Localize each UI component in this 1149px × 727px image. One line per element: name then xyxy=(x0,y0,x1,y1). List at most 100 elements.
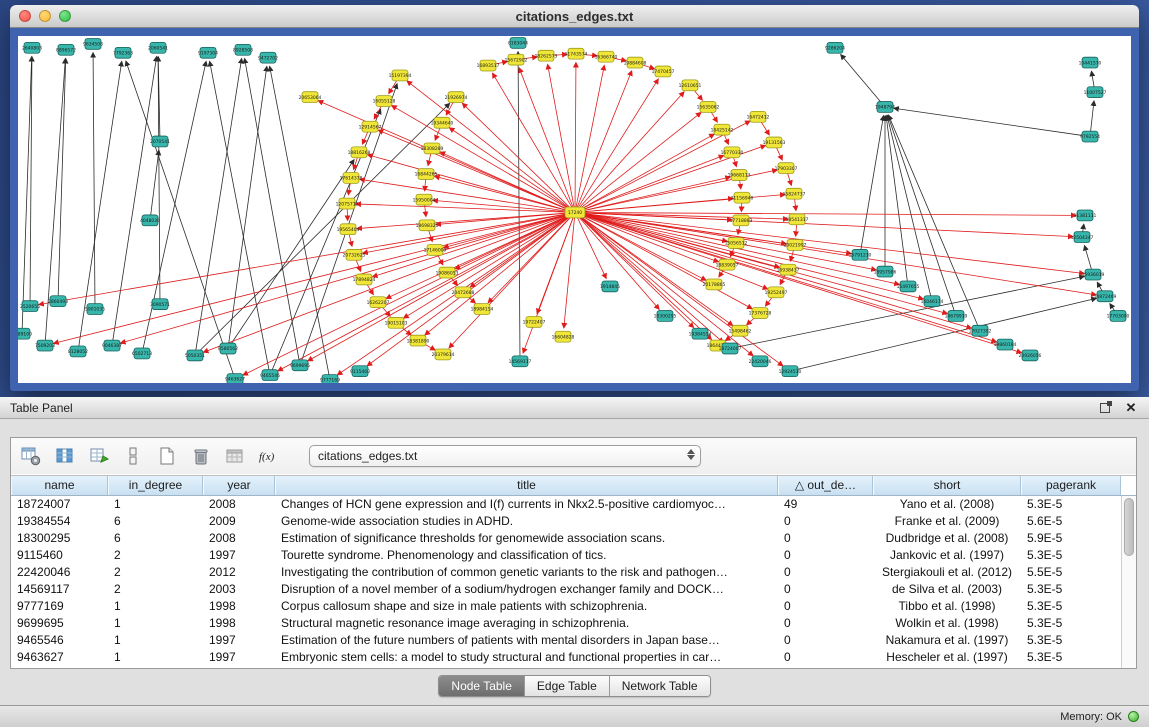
graph-node[interactable]: 10441570 xyxy=(1079,57,1102,68)
table-row[interactable]: 1830029562008Estimation of significance … xyxy=(11,530,1121,547)
graph-node[interactable]: 12914567 xyxy=(359,121,382,132)
graph-node[interactable]: 17718883 xyxy=(730,215,753,226)
graph-node[interactable]: 5901035 xyxy=(85,304,105,315)
graph-node[interactable]: 14872469 xyxy=(1094,291,1117,302)
graph-node[interactable]: 7509203 xyxy=(35,340,55,351)
graph-node[interactable]: 19086053 xyxy=(436,267,459,278)
create-column-icon[interactable] xyxy=(87,444,111,468)
table-row[interactable]: 911546021997Tourette syndrome. Phenomeno… xyxy=(11,547,1121,564)
function-builder-icon[interactable]: f(x) xyxy=(257,444,281,468)
graph-node[interactable]: 18839057 xyxy=(716,259,739,270)
graph-node[interactable]: 16770330 xyxy=(721,147,744,158)
import-table-icon[interactable] xyxy=(223,444,247,468)
graph-node[interactable]: 11007527 xyxy=(1084,87,1107,98)
graph-node[interactable]: 19015103 xyxy=(385,317,408,328)
tab-node-table[interactable]: Node Table xyxy=(439,676,525,696)
graph-node[interactable]: 19384554 xyxy=(689,328,712,339)
graph-node[interactable]: 9792554 xyxy=(1080,131,1100,142)
column-header[interactable]: name xyxy=(11,476,108,495)
graph-node[interactable]: 9463627 xyxy=(225,374,245,383)
graph-node[interactable]: 12504347 xyxy=(1071,232,1094,243)
graph-node[interactable]: 18724007 xyxy=(719,343,742,354)
graph-node[interactable]: 18541317 xyxy=(786,214,809,225)
graph-node[interactable]: 17470457 xyxy=(652,66,675,77)
minimize-window-button[interactable] xyxy=(39,10,51,22)
graph-node[interactable]: 9634508 xyxy=(83,38,103,49)
graph-node[interactable]: 2060541 xyxy=(148,42,168,53)
graph-node[interactable]: 16472412 xyxy=(747,111,770,122)
graph-node[interactable]: 2520655 xyxy=(20,301,40,312)
graph-node[interactable]: 18425142 xyxy=(711,124,734,135)
graph-node[interactable]: 9286204 xyxy=(825,42,845,53)
table-row[interactable]: 946554611997Estimation of the future num… xyxy=(11,632,1121,649)
column-header[interactable]: △ out_de… xyxy=(778,476,873,495)
close-panel-icon[interactable]: ✕ xyxy=(1123,400,1139,416)
graph-node[interactable]: 17146009 xyxy=(424,244,447,255)
graph-node[interactable]: 2860493 xyxy=(48,296,68,307)
graph-node[interactable]: 12610651 xyxy=(679,80,702,91)
graph-node[interactable]: 9465546 xyxy=(260,370,280,381)
column-header[interactable]: pagerank xyxy=(1021,476,1121,495)
graph-node[interactable]: 16046174 xyxy=(921,296,944,307)
graph-node[interactable]: 20178865 xyxy=(703,279,726,290)
column-header[interactable]: year xyxy=(203,476,275,495)
scrollbar-thumb[interactable] xyxy=(1124,498,1134,556)
graph-node[interactable]: 17376728 xyxy=(749,308,772,319)
table-mode-icon[interactable] xyxy=(19,444,43,468)
graph-node[interactable]: 20379614 xyxy=(432,349,455,360)
graph-node[interactable]: 15497655 xyxy=(897,281,920,292)
graph-node[interactable]: 17240 xyxy=(565,207,585,218)
select-columns-icon[interactable] xyxy=(53,444,77,468)
graph-node[interactable]: 15056512 xyxy=(725,238,748,249)
table-vertical-scrollbar[interactable] xyxy=(1121,496,1136,668)
graph-node[interactable]: 18308289 xyxy=(421,143,444,154)
graph-node[interactable]: 20732625 xyxy=(343,249,366,260)
graph-node[interactable]: 17703090 xyxy=(1107,311,1130,322)
network-canvas[interactable]: 1724015197394160551281291456718816268176… xyxy=(18,36,1131,383)
graph-node[interactable]: 12924510 xyxy=(779,366,802,377)
graph-node[interactable]: 1689100 xyxy=(18,328,32,339)
graph-node[interactable]: 18381890 xyxy=(407,335,430,346)
graph-node[interactable]: 17903307 xyxy=(775,163,798,174)
graph-node[interactable]: 15824737 xyxy=(783,188,806,199)
graph-node[interactable]: 15936019 xyxy=(1082,269,1105,280)
tab-edge-table[interactable]: Edge Table xyxy=(525,676,610,696)
graph-node[interactable]: 20926056 xyxy=(1019,350,1042,361)
table-row[interactable]: 2242004622012Investigating the contribut… xyxy=(11,564,1121,581)
graph-node[interactable]: 9699695 xyxy=(290,360,310,371)
network-nodes[interactable]: 1724015197394160551281291456718816268176… xyxy=(18,37,1130,383)
graph-node[interactable]: 21926974 xyxy=(445,92,468,103)
table-row[interactable]: 969969511998Structural magnetic resonanc… xyxy=(11,615,1121,632)
graph-node[interactable]: 15197394 xyxy=(389,70,412,81)
graph-node[interactable]: 8183044 xyxy=(508,37,528,48)
float-panel-icon[interactable] xyxy=(1097,400,1113,416)
delete-table-icon[interactable] xyxy=(189,444,213,468)
graph-node[interactable]: 16844265 xyxy=(415,169,438,180)
tab-network-table[interactable]: Network Table xyxy=(610,676,710,696)
table-row[interactable]: 946362711997Embryonic stem cells: a mode… xyxy=(11,649,1121,666)
graph-node[interactable]: 18957986 xyxy=(874,266,897,277)
graph-node[interactable]: 15672902 xyxy=(505,54,528,65)
graph-node[interactable]: 8128052 xyxy=(68,346,88,357)
row-height-icon[interactable] xyxy=(121,444,145,468)
graph-node[interactable]: 19344640 xyxy=(431,117,454,128)
graph-node[interactable]: 14569117 xyxy=(509,356,532,367)
graph-node[interactable]: 7792363 xyxy=(113,47,133,58)
graph-node[interactable]: 4048036 xyxy=(140,215,160,226)
graph-node[interactable]: 18300295 xyxy=(654,311,677,322)
graph-node[interactable]: 9115460 xyxy=(350,366,370,377)
column-header[interactable]: in_degree xyxy=(108,476,203,495)
graph-node[interactable]: 15635062 xyxy=(697,102,720,113)
graph-node[interactable]: 2070541 xyxy=(150,136,170,147)
graph-node[interactable]: 16938437 xyxy=(777,264,800,275)
graph-node[interactable]: 16893517 xyxy=(477,60,500,71)
graph-node[interactable]: 18984154 xyxy=(471,304,494,315)
graph-node[interactable]: 16262207 xyxy=(367,297,390,308)
network-table-select[interactable]: citations_edges.txt xyxy=(309,445,701,467)
graph-node[interactable]: 20472688 xyxy=(452,287,475,298)
graph-node[interactable]: 22420046 xyxy=(749,356,772,367)
graph-node[interactable]: 17027392 xyxy=(969,325,992,336)
column-header[interactable]: title xyxy=(275,476,778,495)
graph-node[interactable]: 8580562 xyxy=(218,343,238,354)
table-row[interactable]: 977716911998Corpus callosum shape and si… xyxy=(11,598,1121,615)
